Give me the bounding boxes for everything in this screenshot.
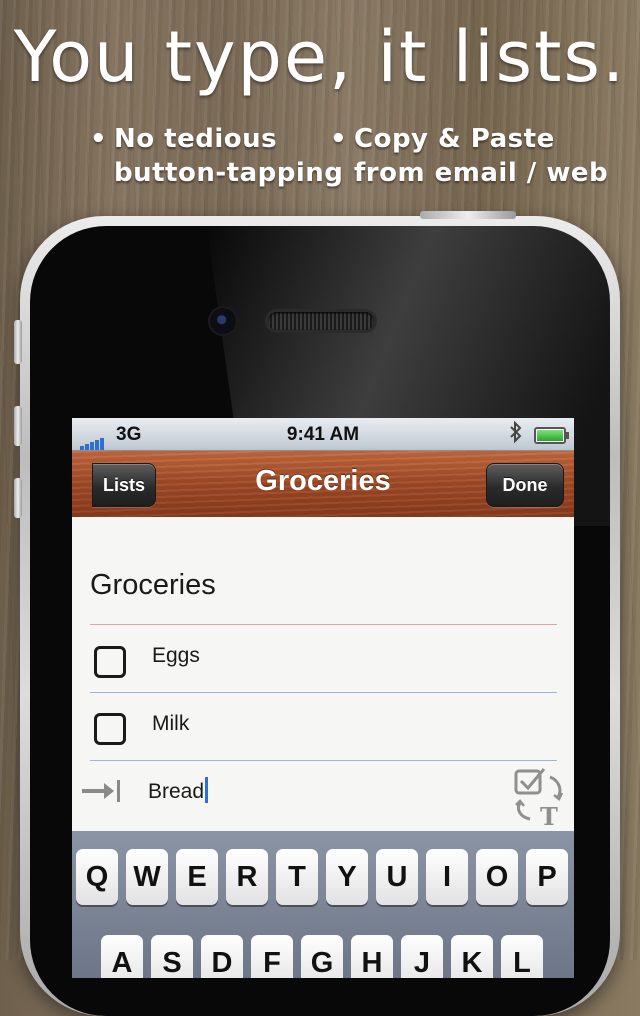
key-e[interactable]: E (176, 849, 218, 905)
key-o[interactable]: O (476, 849, 518, 905)
indent-arrow-icon[interactable] (80, 777, 122, 812)
check-to-text-icon[interactable]: T (512, 767, 566, 831)
mute-switch (14, 320, 22, 364)
key-r[interactable]: R (226, 849, 268, 905)
text-caret (205, 777, 209, 803)
camera-icon (210, 308, 236, 334)
volume-up-button (14, 406, 22, 446)
bullet-1-line-2: button-tapping (114, 158, 344, 188)
key-k[interactable]: K (451, 935, 493, 978)
key-f[interactable]: F (251, 935, 293, 978)
checkbox[interactable] (94, 646, 126, 678)
key-i[interactable]: I (426, 849, 468, 905)
bullet-dot: • (90, 124, 108, 154)
app-screen: 3G 9:41 AM Lists Groceries Done Grocerie… (72, 418, 574, 978)
key-p[interactable]: P (526, 849, 568, 905)
row-rule (90, 760, 557, 761)
sleep-button (420, 211, 516, 219)
promo-bullet-1: • No tedious button-tapping (90, 122, 344, 190)
row-rule (90, 692, 557, 693)
bluetooth-icon (510, 420, 522, 449)
key-u[interactable]: U (376, 849, 418, 905)
battery-icon (534, 427, 569, 444)
keyboard: Q W E R T Y U I O P A S D F G H J K L (72, 831, 574, 978)
volume-down-button (14, 478, 22, 518)
list-item-label[interactable]: Eggs (152, 644, 200, 668)
list-title[interactable]: Groceries (90, 569, 216, 602)
list-paper: Groceries Eggs Milk Bread T (72, 517, 574, 849)
key-h[interactable]: H (351, 935, 393, 978)
key-j[interactable]: J (401, 935, 443, 978)
earpiece-speaker (268, 312, 374, 330)
battery-level (537, 430, 563, 441)
new-item-text: Bread (148, 780, 205, 803)
key-w[interactable]: W (126, 849, 168, 905)
key-d[interactable]: D (201, 935, 243, 978)
navigation-bar: Lists Groceries Done (72, 451, 574, 517)
bullet-2-line-1: Copy & Paste (354, 124, 555, 154)
key-s[interactable]: S (151, 935, 193, 978)
key-y[interactable]: Y (326, 849, 368, 905)
promo-bullet-2: • Copy & Paste from email / web (330, 122, 609, 190)
key-a[interactable]: A (101, 935, 143, 978)
bullet-1-line-1: No tedious (114, 124, 278, 154)
key-t[interactable]: T (276, 849, 318, 905)
done-button[interactable]: Done (486, 463, 564, 507)
new-item-input[interactable]: Bread (148, 777, 209, 804)
bullet-dot: • (330, 124, 348, 154)
title-rule (90, 624, 557, 625)
checkbox[interactable] (94, 713, 126, 745)
key-q[interactable]: Q (76, 849, 118, 905)
status-bar: 3G 9:41 AM (72, 418, 574, 451)
bullet-2-line-2: from email / web (354, 158, 609, 188)
status-time: 9:41 AM (286, 424, 360, 445)
key-l[interactable]: L (501, 935, 543, 978)
promo-headline: You type, it lists. (13, 16, 627, 98)
list-item-label[interactable]: Milk (152, 712, 189, 736)
key-g[interactable]: G (301, 935, 343, 978)
svg-text:T: T (540, 802, 558, 829)
